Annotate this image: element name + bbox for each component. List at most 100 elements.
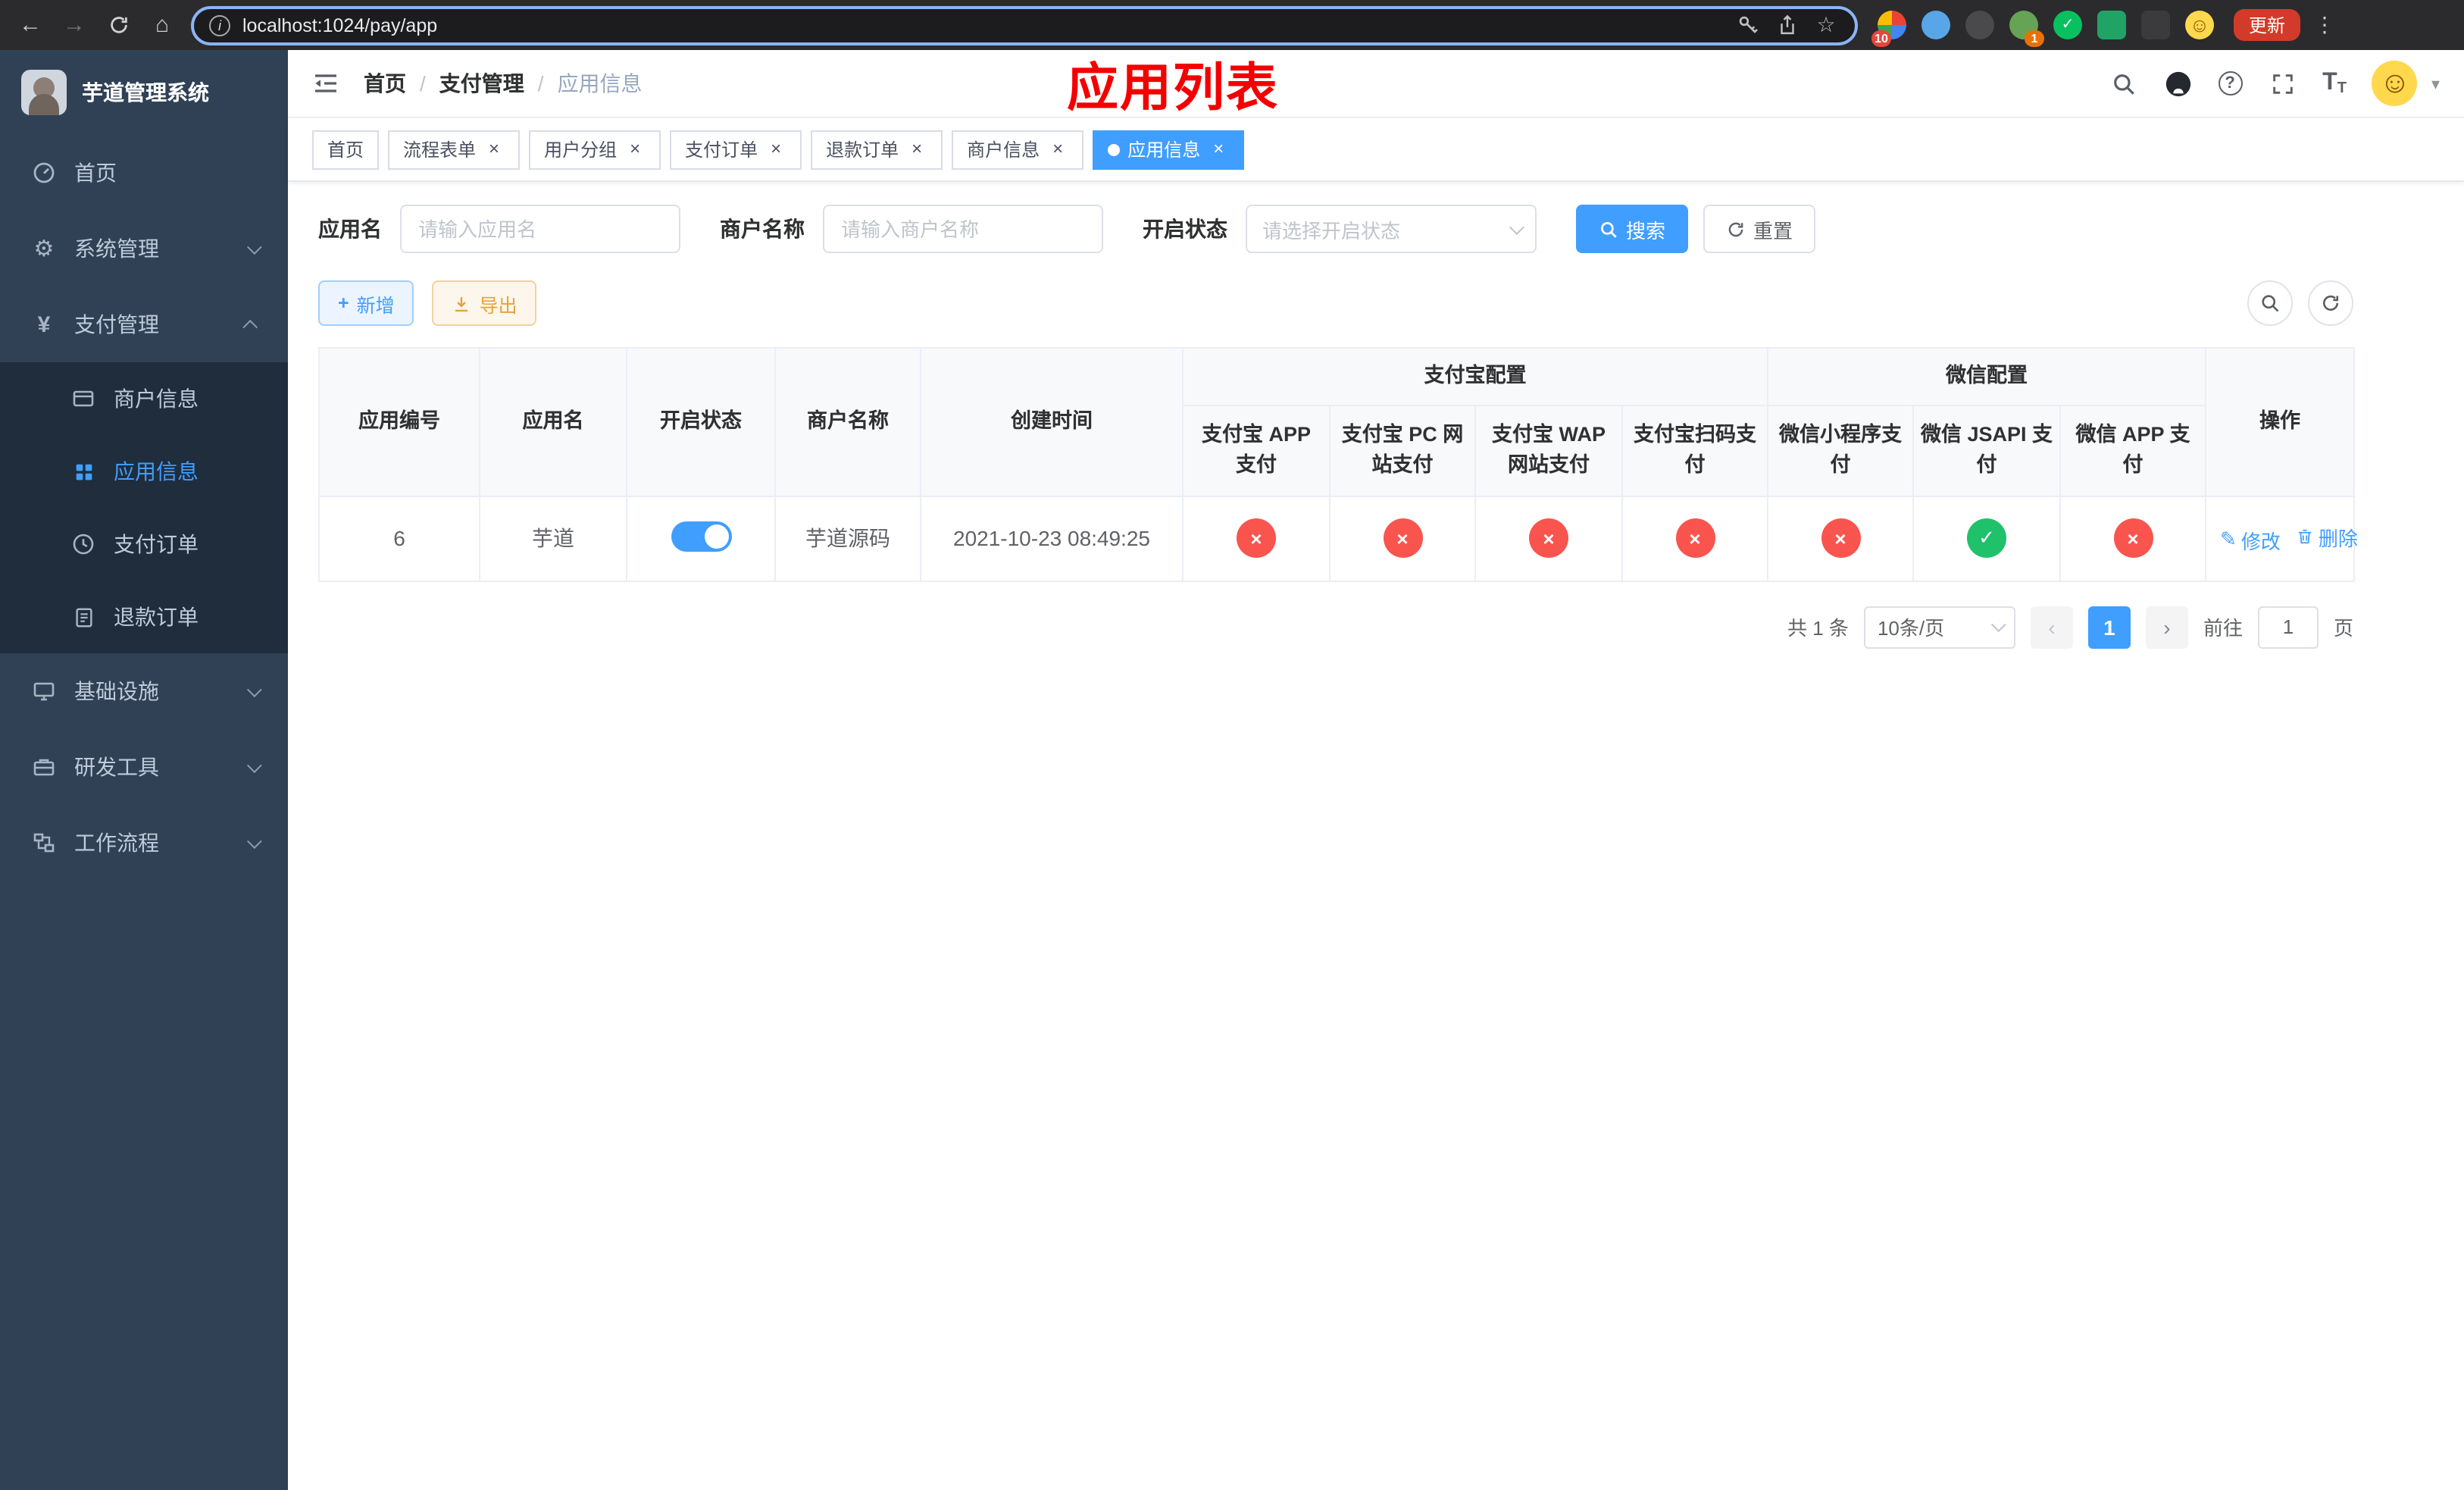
tab-label: 应用信息 [1127, 139, 1201, 161]
url-bar[interactable]: i localhost:1024/pay/app ☆ [191, 5, 1858, 45]
password-key-icon[interactable] [1734, 11, 1761, 39]
tab-home[interactable]: 首页 [312, 130, 380, 169]
close-icon[interactable]: × [765, 138, 786, 160]
chevron-down-icon [246, 833, 262, 849]
back-icon[interactable]: ← [15, 10, 45, 40]
sidebar-item-payment[interactable]: ¥ 支付管理 [0, 286, 288, 362]
app-logo [21, 70, 67, 115]
close-icon[interactable]: × [1047, 138, 1068, 160]
emoji-extension-icon[interactable]: ☺ [2185, 11, 2214, 39]
extension-avatar-icon[interactable]: 1 [2009, 11, 2044, 47]
sidebar-item-home[interactable]: 首页 [0, 135, 288, 211]
sidebar-item-system[interactable]: ⚙ 系统管理 [0, 211, 288, 286]
forward-icon[interactable]: → [59, 10, 89, 40]
page-1-button[interactable]: 1 [2087, 606, 2131, 648]
fullscreen-icon[interactable] [2268, 69, 2297, 98]
total-count: 共 1 条 [1787, 617, 1849, 640]
sidebar-item-app-info[interactable]: 应用信息 [0, 435, 288, 508]
sidebar-item-label: 系统管理 [74, 236, 159, 261]
chevron-down-icon [1509, 219, 1524, 235]
chrome-update-button[interactable]: 更新 [2234, 9, 2301, 41]
chevron-down-icon[interactable]: ▾ [2431, 74, 2440, 93]
col-app-name: 应用名 [479, 347, 627, 496]
user-avatar[interactable]: ☺ [2372, 61, 2418, 106]
monitor-icon [30, 678, 58, 705]
collapse-sidebar-icon[interactable] [312, 68, 342, 99]
breadcrumb-separator: / [537, 71, 544, 95]
breadcrumb-payment[interactable]: 支付管理 [439, 68, 524, 99]
home-icon[interactable]: ⌂ [147, 10, 177, 40]
close-icon[interactable]: × [483, 138, 505, 160]
close-icon[interactable]: × [906, 138, 927, 160]
col-wechat-app: 微信 APP 支付 [2059, 405, 2206, 496]
tab-merchant-info[interactable]: 商户信息 × [952, 130, 1084, 169]
status-select-placeholder: 请选择开启状态 [1262, 219, 1401, 242]
tab-label: 流程表单 [403, 139, 477, 161]
page-annotation: 应用列表 [1067, 60, 1279, 117]
sidebar-item-workflow[interactable]: 工作流程 [0, 805, 288, 881]
status-select[interactable]: 请选择开启状态 [1246, 205, 1537, 253]
next-page-button[interactable]: › [2145, 606, 2188, 648]
page-size-select[interactable]: 10条/页 [1863, 606, 2015, 648]
col-group-wechat: 微信配置 [1767, 347, 2206, 406]
reset-button[interactable]: 重置 [1703, 205, 1816, 253]
tab-app-info[interactable]: 应用信息 × [1093, 130, 1245, 169]
wechat-devtools-icon[interactable]: ✓ [2053, 11, 2082, 39]
yen-icon: ¥ [37, 311, 51, 337]
toolbox-icon [30, 753, 58, 781]
docs-extension-icon[interactable] [2097, 11, 2126, 39]
toggle-search-button[interactable] [2247, 280, 2293, 326]
help-icon[interactable]: ? [2218, 71, 2243, 95]
status-disabled-icon: × [1237, 518, 1276, 558]
tampermonkey-icon[interactable] [2141, 11, 2170, 39]
edit-icon: ✎ [2220, 527, 2237, 550]
extension-blue-icon[interactable] [1921, 11, 1950, 39]
sidebar-item-pay-order[interactable]: 支付订单 [0, 508, 288, 581]
sidebar-item-refund-order[interactable]: 退款订单 [0, 581, 288, 653]
breadcrumb-home[interactable]: 首页 [364, 68, 406, 99]
add-button[interactable]: + 新增 [318, 280, 414, 326]
tab-label: 商户信息 [967, 139, 1040, 161]
search-button[interactable]: 搜索 [1576, 205, 1689, 253]
close-icon[interactable]: × [1208, 138, 1229, 160]
sidebar-item-label: 应用信息 [114, 459, 199, 484]
tab-process-form[interactable]: 流程表单 × [388, 130, 521, 169]
sidebar-item-merchant-info[interactable]: 商户信息 [0, 362, 288, 435]
tab-user-group[interactable]: 用户分组 × [529, 130, 661, 169]
bookmark-star-icon[interactable]: ☆ [1812, 11, 1840, 39]
sidebar: 芋道管理系统 首页 ⚙ 系统管理 ¥ 支付管理 商户信息 应用信息 支付订单 退… [0, 50, 288, 1490]
prev-page-button[interactable]: ‹ [2030, 606, 2073, 648]
status-disabled-icon: × [1675, 518, 1715, 558]
tab-refund-order[interactable]: 退款订单 × [811, 130, 943, 169]
font-size-icon[interactable]: TT [2322, 70, 2347, 97]
app-name-input[interactable] [400, 205, 680, 253]
browser-menu-icon[interactable]: ⋮ [2314, 12, 2335, 38]
sidebar-item-infrastructure[interactable]: 基础设施 [0, 653, 288, 729]
document-icon [70, 603, 97, 631]
payment-submenu: 商户信息 应用信息 支付订单 退款订单 [0, 362, 288, 653]
col-alipay-app: 支付宝 APP 支付 [1182, 405, 1330, 496]
goto-page-input[interactable] [2257, 606, 2319, 648]
site-info-icon[interactable]: i [209, 14, 230, 36]
edit-button[interactable]: ✎ 修改 [2220, 525, 2281, 554]
col-app-id: 应用编号 [318, 347, 480, 496]
extension-dark-icon[interactable] [1965, 11, 1994, 39]
delete-button[interactable]: 删除 [2296, 522, 2358, 551]
refresh-button[interactable] [2308, 280, 2353, 326]
extension-colorful-icon[interactable]: 10 [1871, 11, 1906, 47]
cell-created: 2021-10-23 08:49:25 [920, 495, 1184, 581]
tab-pay-order[interactable]: 支付订单 × [670, 130, 802, 169]
search-icon[interactable] [2109, 69, 2137, 98]
pagination: 共 1 条 10条/页 ‹ 1 › 前往 页 [318, 606, 2353, 648]
merchant-name-input[interactable] [823, 205, 1103, 253]
order-clock-icon [70, 531, 97, 558]
status-toggle[interactable] [671, 521, 731, 551]
export-button[interactable]: 导出 [432, 280, 537, 326]
delete-button-label: 删除 [2318, 527, 2358, 549]
github-icon[interactable] [2163, 69, 2192, 98]
close-icon[interactable]: × [624, 138, 646, 160]
breadcrumb-separator: / [420, 71, 426, 95]
sidebar-item-dev-tools[interactable]: 研发工具 [0, 729, 288, 805]
share-icon[interactable] [1773, 11, 1800, 39]
reload-icon[interactable] [103, 10, 133, 40]
